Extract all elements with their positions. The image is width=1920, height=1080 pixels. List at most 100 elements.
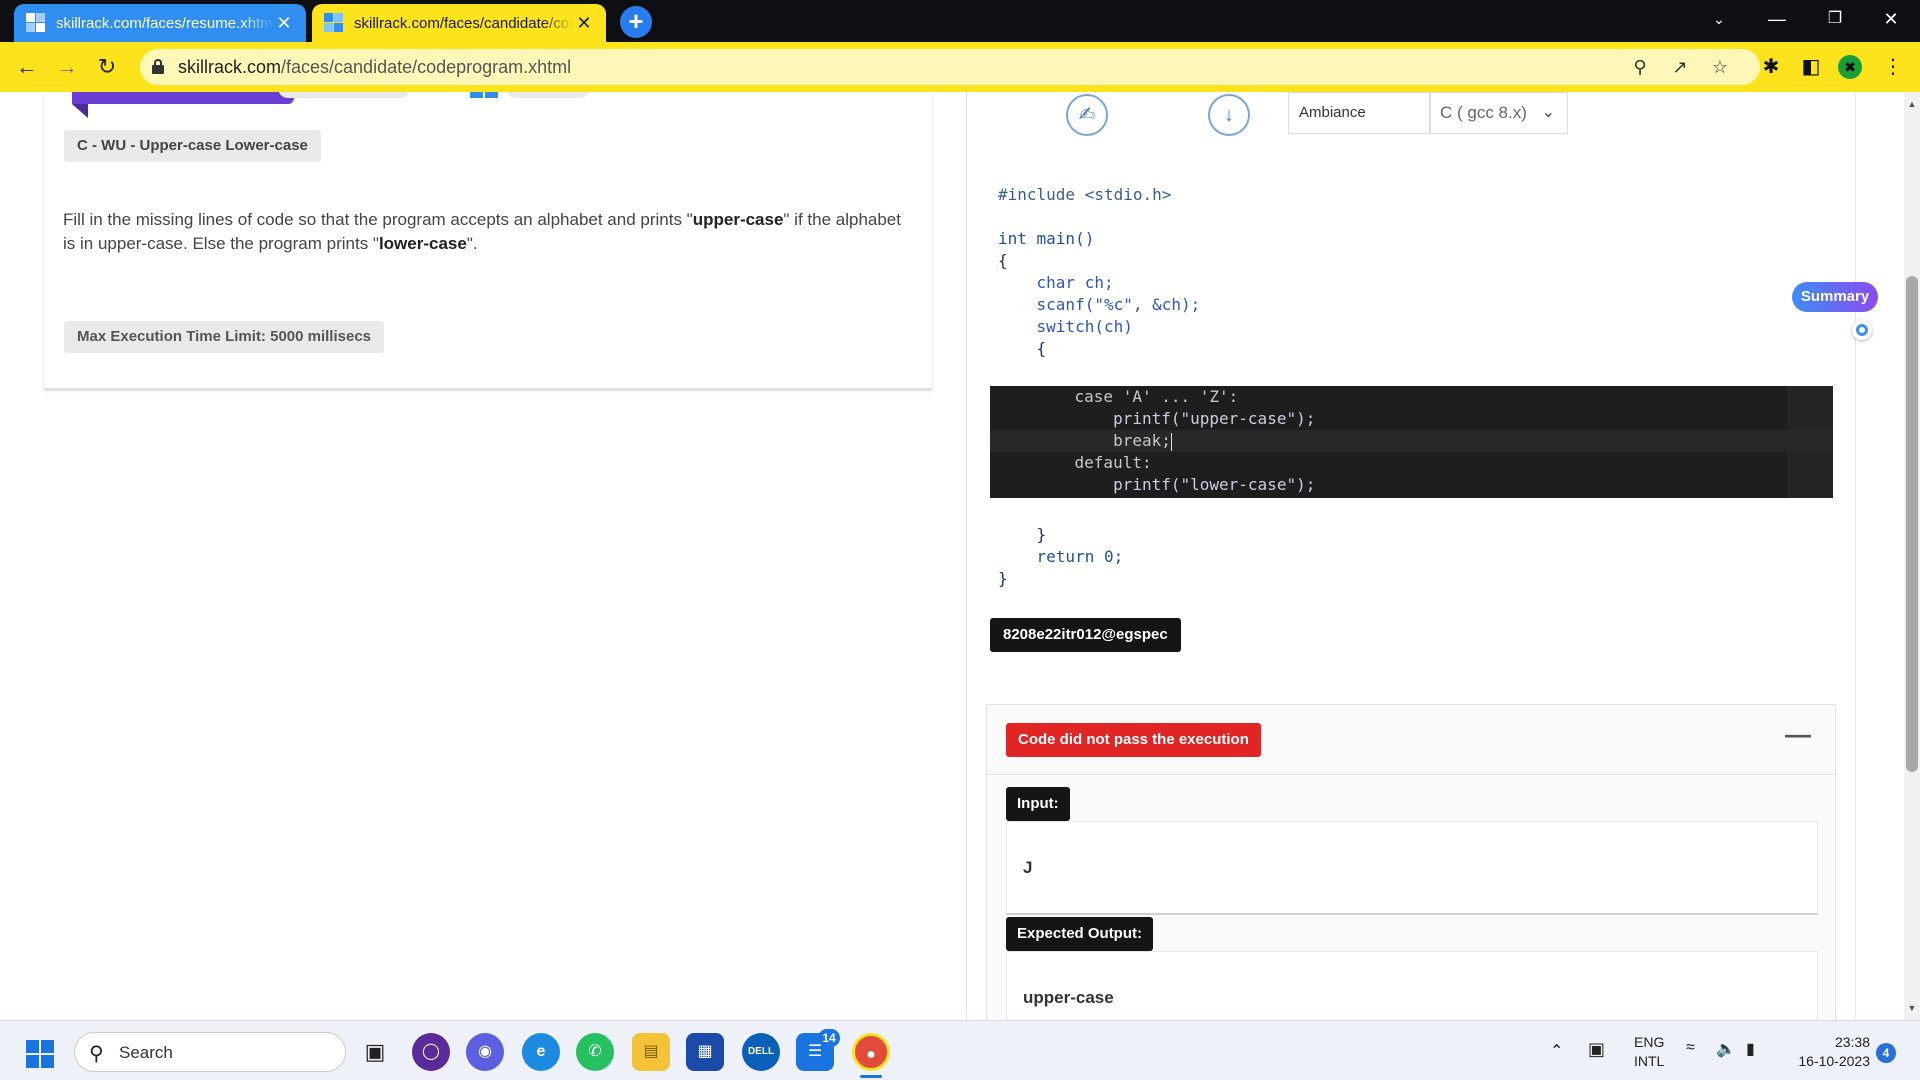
skillrack-logo-icon [470,92,500,98]
tray-overflow-icon[interactable]: ⌃ [1550,1041,1563,1061]
profile-avatar[interactable]: ✖ [1838,55,1862,79]
new-tab-button[interactable]: + [620,6,652,38]
expected-output-label: Expected Output: [1006,917,1154,951]
scroll-thumb[interactable] [1906,276,1918,772]
code-line: #include <stdio.h> [998,185,1172,204]
editor-line-active[interactable]: break; [990,430,1833,452]
input-value: J [1023,858,1033,877]
execution-result-card: Code did not pass the execution — Input:… [986,704,1836,1020]
code-editor[interactable]: case 'A' ... 'Z': printf("upper-case"); … [990,386,1833,498]
dell-icon[interactable]: DELL [742,1033,780,1071]
tag-pill [278,92,410,98]
menu-kebab-icon[interactable]: ⋮ [1880,54,1906,80]
expected-output-box: upper-case [1006,951,1818,1020]
file-explorer-icon[interactable]: ▤ [632,1033,670,1071]
problem-title: C - WU - Upper-case Lower-case [64,130,321,162]
lang-line1: ENG [1634,1034,1665,1050]
time-limit-badge: Max Execution Time Limit: 5000 millisecs [64,321,385,353]
wifi-icon[interactable]: ≈ [1686,1039,1695,1057]
expected-output-value: upper-case [1023,988,1114,1007]
reload-icon[interactable]: ↻ [92,52,122,82]
input-label: Input: [1006,787,1070,821]
scroll-down-icon[interactable]: ▼ [1904,1000,1920,1016]
code-line: scanf("%c", &ch); [998,295,1201,314]
editor-line[interactable]: printf("upper-case"); [990,408,1833,430]
format-code-icon[interactable]: ✍ [1066,94,1108,136]
code-line: { [998,339,1047,358]
text-cursor [1170,432,1172,451]
restore-icon[interactable]: ❐ [1806,0,1864,42]
code-line: int main() [998,229,1095,248]
code-line: } [998,525,1047,544]
scroll-up-icon[interactable]: ▲ [1904,96,1920,112]
task-view-icon[interactable]: ▣ [356,1033,394,1071]
back-arrow-icon[interactable]: ← [12,52,42,82]
tab-resume[interactable]: skillrack.com/faces/resume.xhtml ✕ [14,4,306,42]
user-id-badge: 8208e22itr012@egspec [990,618,1181,652]
notification-count-badge: 14 [818,1029,840,1047]
edge-browser-icon[interactable]: e [522,1033,560,1071]
code-line: switch(ch) [998,317,1133,336]
tab-codeprogram[interactable]: skillrack.com/faces/candidate/codeprogra… [312,4,606,42]
store-icon[interactable]: ▦ [686,1033,724,1071]
page-content: C - WU - Upper-case Lower-case Fill in t… [0,92,1904,1020]
theme-select[interactable]: Ambiance [1288,92,1430,134]
collapse-icon[interactable]: — [1785,719,1811,750]
editor-line[interactable]: default: [990,452,1833,474]
zoom-icon[interactable]: ⚲ [1628,55,1652,79]
page-scrollbar[interactable]: ▲ ▼ [1904,92,1920,1020]
code-line: } [998,569,1008,588]
lock-icon [152,59,164,74]
bookmark-star-icon[interactable]: ☆ [1708,55,1732,79]
lang-line2: INTL [1634,1053,1665,1069]
result-header: Code did not pass the execution — [987,705,1835,775]
category-ribbon [72,92,294,104]
forward-arrow-icon[interactable]: → [52,52,82,82]
status-badge: Code did not pass the execution [1006,723,1261,757]
chrome-icon[interactable]: ● [852,1033,890,1071]
download-arrow-icon[interactable]: ↓ [1208,94,1250,136]
language-indicator[interactable]: ENG INTL [1634,1033,1664,1071]
language-select[interactable]: C ( gcc 8.x) ⌄ [1430,92,1568,134]
cricket-app-icon[interactable]: ◯ [412,1033,450,1071]
search-placeholder: Search [119,1043,173,1062]
close-window-icon[interactable]: ✕ [1862,0,1920,42]
keyboard-layout-icon[interactable]: ▣ [1588,1039,1605,1060]
summary-button[interactable]: Summary [1792,282,1878,312]
notification-center-badge[interactable]: 4 [1876,1043,1896,1063]
windows-taskbar: ⚲ Search ▣ ◯ ◉ e ✆ ▤ ▦ DELL ☰ 14 ● ⌃ ▣ E… [0,1020,1920,1080]
side-panel-icon[interactable]: ◧ [1798,54,1824,80]
address-bar[interactable]: skillrack.com/faces/candidate/codeprogra… [140,49,1760,85]
clock[interactable]: 23:38 16-10-2023 [1780,1033,1870,1071]
editor-line[interactable]: case 'A' ... 'Z': [990,386,1833,408]
editor-line[interactable]: printf("lower-case"); [990,474,1833,496]
tab-strip: skillrack.com/faces/resume.xhtml ✕ skill… [0,0,1920,42]
skillrack-favicon-icon [324,13,344,33]
teams-chat-icon[interactable]: ◉ [466,1033,504,1071]
minimize-icon[interactable]: — [1748,0,1806,42]
tab-close-icon[interactable]: ✕ [274,13,294,34]
extensions-puzzle-icon[interactable]: ✱ [1758,54,1784,80]
active-app-indicator [860,1075,882,1078]
tab-title: skillrack.com/faces/resume.xhtml [56,14,274,32]
browser-toolbar: ← → ↻ skillrack.com/faces/candidate/code… [0,42,1920,92]
code-fixed-top: #include <stdio.h> int main() { char ch;… [998,184,1200,360]
logo-pill [506,92,590,98]
tab-close-icon[interactable]: ✕ [574,13,594,34]
code-fixed-bottom: } return 0; } [998,524,1123,590]
tab-search-icon[interactable]: ⌄ [1690,0,1748,42]
input-box: J [1006,821,1818,915]
clock-date: 16-10-2023 [1798,1053,1870,1069]
share-icon[interactable]: ↗ [1668,55,1692,79]
assistant-icon[interactable] [1852,320,1872,340]
volume-icon[interactable]: 🔈 [1716,1039,1736,1059]
chevron-down-icon: ⌄ [1541,104,1555,121]
code-line: return 0; [998,547,1124,566]
search-icon: ⚲ [89,1043,104,1065]
whatsapp-icon[interactable]: ✆ [576,1033,614,1071]
battery-icon[interactable]: ▮ [1746,1039,1755,1059]
clock-time: 23:38 [1834,1034,1870,1050]
taskbar-search[interactable]: ⚲ Search [74,1032,346,1072]
panel-divider-right [1855,92,1856,1020]
windows-start-icon[interactable] [26,1040,54,1068]
